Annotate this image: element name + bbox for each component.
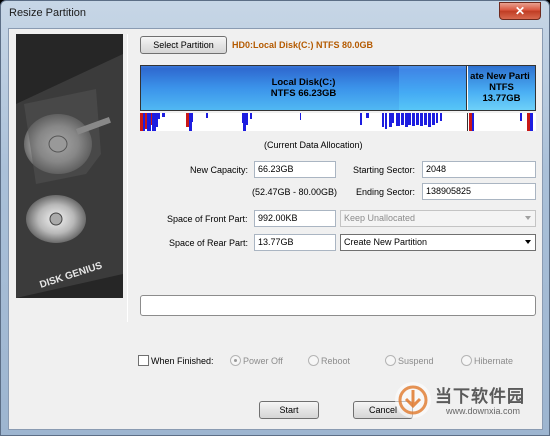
when-finished-label: When Finished: xyxy=(151,356,214,366)
ending-sector-field[interactable]: 138905825 xyxy=(422,183,536,200)
vertical-divider xyxy=(127,34,128,322)
new-capacity-label: New Capacity: xyxy=(190,165,249,175)
new-capacity-field[interactable]: 66.23GB xyxy=(254,161,336,178)
selected-disk-label: HD0:Local Disk(C:) NTFS 80.0GB xyxy=(232,40,374,50)
front-space-label: Space of Front Part: xyxy=(167,214,248,224)
radio-suspend-label: Suspend xyxy=(398,356,434,366)
hard-disk-icon: DISK GENIUS xyxy=(16,34,123,298)
rear-space-action-select[interactable]: Create New Partition xyxy=(340,234,536,251)
starting-sector-field[interactable]: 2048 xyxy=(422,161,536,178)
select-partition-button[interactable]: Select Partition xyxy=(140,36,227,54)
start-button[interactable]: Start xyxy=(259,401,319,419)
radio-reboot-label: Reboot xyxy=(321,356,351,366)
data-allocation-strip xyxy=(140,113,536,131)
rear-space-action-value: Create New Partition xyxy=(344,237,428,247)
front-space-action-value: Keep Unallocated xyxy=(344,213,416,223)
front-space-field[interactable]: 992.00KB xyxy=(254,210,336,227)
close-button[interactable]: ✕ xyxy=(499,2,541,20)
radio-suspend[interactable] xyxy=(385,355,396,366)
rear-space-label: Space of Rear Part: xyxy=(169,238,249,248)
allocation-graph xyxy=(140,113,533,131)
title-bar[interactable]: Resize Partition ✕ xyxy=(1,1,549,27)
new-partition-name: ate New Parti xyxy=(470,71,530,82)
starting-sector-label: Starting Sector: xyxy=(353,165,416,175)
partition-c-name: Local Disk(C:) xyxy=(271,77,336,88)
close-icon: ✕ xyxy=(514,4,526,18)
front-space-action-select[interactable]: Keep Unallocated xyxy=(340,210,536,227)
partition-c-block[interactable]: Local Disk(C:) NTFS 66.23GB xyxy=(141,66,467,110)
radio-hibernate-label: Hibernate xyxy=(474,356,514,366)
when-finished-checkbox[interactable] xyxy=(138,355,149,366)
window-title: Resize Partition xyxy=(9,7,87,19)
partition-c-info: NTFS 66.23GB xyxy=(270,88,337,99)
radio-reboot[interactable] xyxy=(308,355,319,366)
capacity-range-text: (52.47GB - 80.00GB) xyxy=(252,187,338,197)
new-partition-size: 13.77GB xyxy=(482,93,521,104)
new-partition-block[interactable]: ate New Parti NTFS 13.77GB xyxy=(468,66,535,110)
watermark-title: 当下软件园 xyxy=(435,387,525,406)
new-partition-fs: NTFS xyxy=(489,82,514,93)
rear-space-field[interactable]: 13.77GB xyxy=(254,234,336,251)
site-watermark: 当下软件园 www.downxia.com xyxy=(391,376,546,432)
disk-genius-logo-image: DISK GENIUS xyxy=(16,34,123,298)
radio-hibernate[interactable] xyxy=(461,355,472,366)
disk-map[interactable]: Local Disk(C:) NTFS 66.23GB ate New Part… xyxy=(140,65,536,111)
chevron-down-icon xyxy=(525,216,531,220)
chevron-down-icon xyxy=(525,240,531,244)
dialog-body: DISK GENIUS Select Partition HD0:Local D… xyxy=(8,28,543,430)
ending-sector-label: Ending Sector: xyxy=(356,187,416,197)
watermark-url: www.downxia.com xyxy=(446,406,521,416)
progress-bar xyxy=(140,295,536,316)
radio-power-off-label: Power Off xyxy=(243,356,283,366)
radio-power-off[interactable] xyxy=(230,355,241,366)
allocation-caption: (Current Data Allocation) xyxy=(264,140,363,150)
resize-partition-window: Resize Partition ✕ DISK GENIUS Select Pa… xyxy=(0,0,550,436)
